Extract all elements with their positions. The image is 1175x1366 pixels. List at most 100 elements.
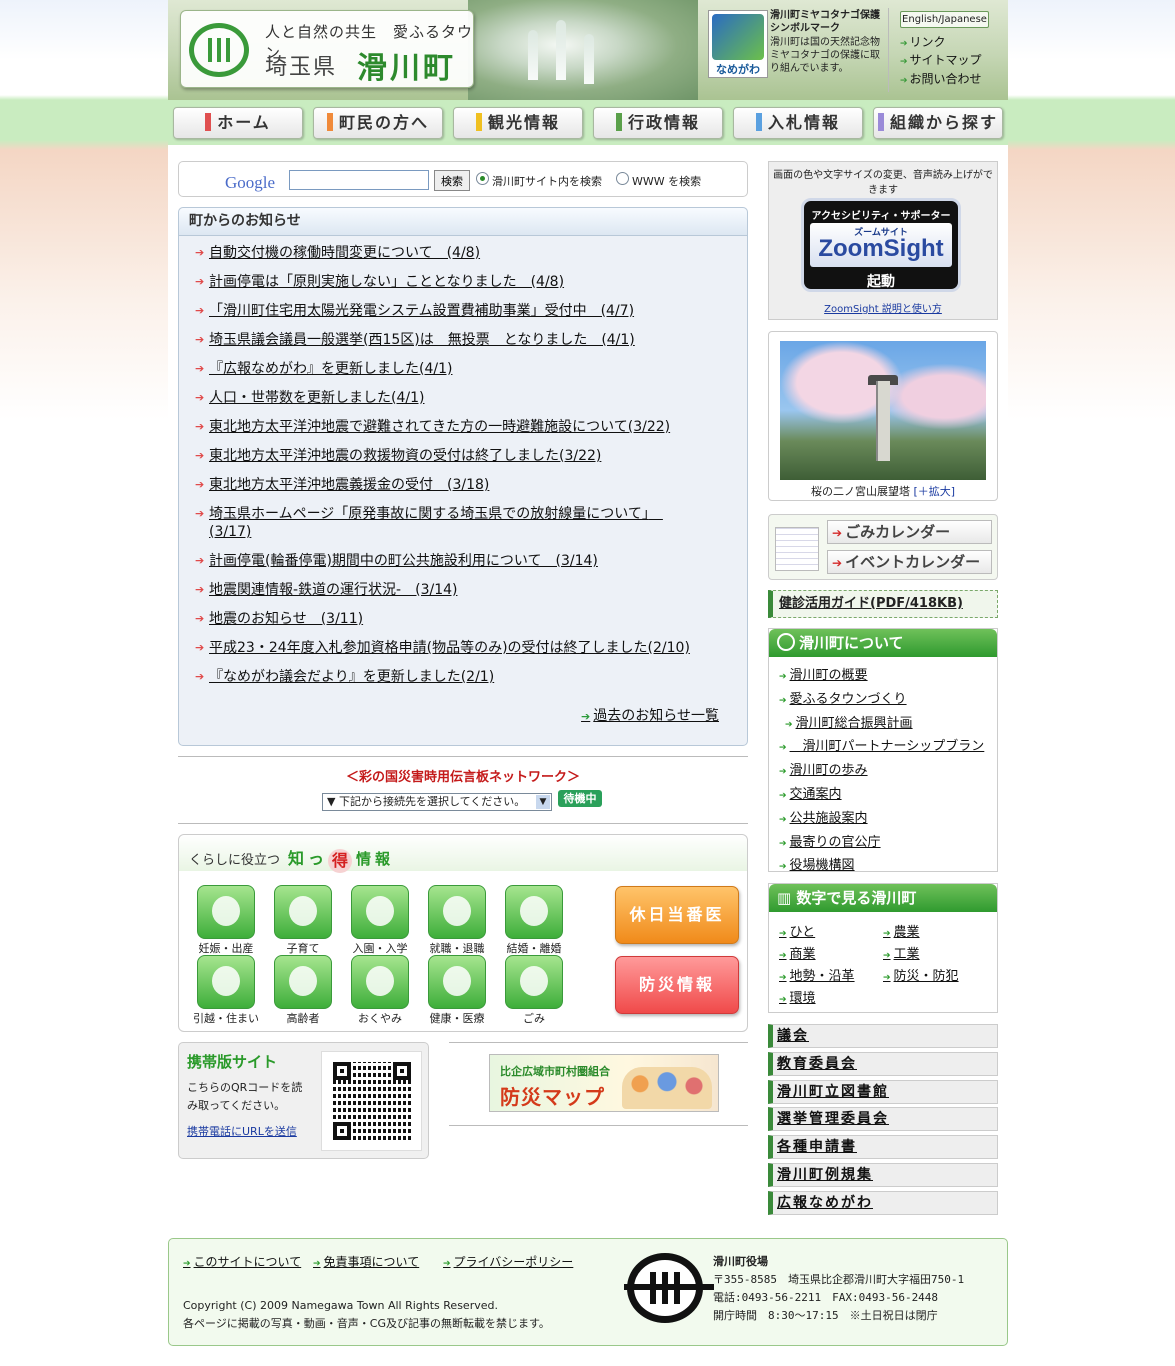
footer-link-disclaimer[interactable]: 免責事項について bbox=[313, 1253, 420, 1270]
nav-residents[interactable]: 町民の方へ bbox=[313, 107, 443, 139]
news-link[interactable]: 東北地方太平洋沖地震義援金の受付 (3/18) bbox=[209, 477, 489, 493]
list-item: 地震のお知らせ (3/11) bbox=[195, 610, 727, 628]
category-elderly[interactable]: 高齢者 bbox=[266, 955, 340, 1026]
category-housing[interactable]: 引越・住まい bbox=[189, 955, 263, 1026]
news-link[interactable]: 東北地方太平洋沖地震で避難されてきた方の一時避難施設について(3/22) bbox=[209, 419, 670, 435]
category-school[interactable]: 入園・入学 bbox=[343, 885, 417, 956]
list-item: 滑川町パートナーシップブラン bbox=[779, 736, 997, 760]
side-link-education[interactable]: 教育委員会 bbox=[768, 1052, 998, 1076]
news-link[interactable]: 東北地方太平洋沖地震の救援物資の受付は終了しました(3/22) bbox=[209, 448, 601, 464]
site-footer: このサイトについて 免責事項について プライバシーポリシー Copyright … bbox=[168, 1238, 1008, 1346]
about-link[interactable]: 公共施設案内 bbox=[790, 811, 868, 826]
stat-link[interactable]: 地勢・沿革 bbox=[779, 965, 855, 984]
news-link[interactable]: 平成23・24年度入札参加資格申請(物品等のみ)の受付は終了しました(2/10) bbox=[209, 640, 690, 656]
nav-bidding[interactable]: 入札情報 bbox=[733, 107, 863, 139]
google-logo: Google bbox=[225, 173, 276, 192]
side-link-library[interactable]: 滑川町立図書館 bbox=[768, 1080, 998, 1104]
baby-icon bbox=[197, 885, 255, 939]
about-link[interactable]: 最寄りの官公庁 bbox=[790, 835, 881, 850]
zoomsight-launch-button[interactable]: アクセシビリティ・サポーター ズームサイト ZoomSight 起動 bbox=[801, 198, 961, 292]
news-link[interactable]: 人口・世帯数を更新しました(4/1) bbox=[209, 390, 424, 406]
news-link[interactable]: 自動交付機の稼働時間変更について (4/8) bbox=[209, 245, 480, 261]
disaster-destination-select[interactable]: ▼ 下記から接続先を選択してください。 ▼ bbox=[322, 793, 552, 811]
radio-www-search[interactable] bbox=[616, 172, 629, 185]
about-link[interactable]: 滑川町総合振興計画 bbox=[796, 716, 913, 731]
news-link[interactable]: 『広報なめがわ』を更新しました(4/1) bbox=[209, 361, 452, 377]
disaster-map-banner[interactable]: 比企広域市町村圏組合 防災マップ bbox=[489, 1054, 719, 1112]
list-item: 埼玉県議会議員一般選挙(西15区)は 無投票 となりました (4/1) bbox=[195, 331, 727, 349]
nav-organization[interactable]: 組織から探す bbox=[873, 107, 1003, 139]
logo-prefecture: 埼玉県 bbox=[265, 55, 338, 80]
list-item: 計画停電は「原則実施しない」こととなりました (4/8) bbox=[195, 273, 727, 291]
header-fountain-photo bbox=[468, 0, 698, 100]
stat-link[interactable]: 防災・防犯 bbox=[883, 965, 959, 984]
nav-tourism[interactable]: 観光情報 bbox=[453, 107, 583, 139]
nav-home[interactable]: ホーム bbox=[173, 107, 303, 139]
footer-link-privacy[interactable]: プライバシーポリシー bbox=[443, 1253, 574, 1270]
news-link[interactable]: 「滑川町住宅用太陽光発電システム設置費補助事業」受付中 (4/7) bbox=[209, 303, 634, 319]
disaster-info-button[interactable]: 防災情報 bbox=[615, 956, 739, 1014]
select-value: ▼ 下記から接続先を選択してください。 bbox=[327, 795, 526, 808]
about-link[interactable]: 役場機構図 bbox=[790, 858, 855, 873]
send-url-link[interactable]: 携帯電話にURLを送信 bbox=[187, 1123, 297, 1139]
header-link-contact[interactable]: ➔ お問い合わせ bbox=[900, 70, 982, 87]
list-item: 計画停電(輪番停電)期間中の町公共施設利用について (3/14) bbox=[195, 552, 727, 570]
stat-link[interactable]: 工業 bbox=[883, 943, 920, 962]
category-garbage[interactable]: ごみ bbox=[497, 955, 571, 1026]
news-link[interactable]: 地震のお知らせ (3/11) bbox=[209, 611, 363, 627]
news-title: 町からのお知らせ bbox=[179, 208, 747, 236]
list-item: 交通案内 bbox=[779, 784, 997, 808]
nav-administration[interactable]: 行政情報 bbox=[593, 107, 723, 139]
about-link[interactable]: 交通案内 bbox=[790, 787, 842, 802]
header-link-links[interactable]: ➔ リンク bbox=[900, 33, 946, 50]
event-calendar-button[interactable]: イベントカレンダー bbox=[827, 550, 992, 574]
news-link[interactable]: 地震関連情報-鉄道の運行状況- (3/14) bbox=[209, 582, 457, 598]
category-health[interactable]: 健康・医療 bbox=[420, 955, 494, 1026]
past-news-link[interactable]: 過去のお知らせ一覧 bbox=[581, 705, 719, 725]
category-childcare[interactable]: 子育て bbox=[266, 885, 340, 956]
news-link[interactable]: 計画停電(輪番停電)期間中の町公共施設利用について (3/14) bbox=[209, 553, 598, 569]
enlarge-link[interactable]: [＋拡大] bbox=[913, 485, 955, 498]
news-link[interactable]: 『なめがわ議会だより』を更新しました(2/1) bbox=[209, 669, 494, 685]
cherry-blossom-tower-photo[interactable] bbox=[780, 341, 986, 480]
about-link[interactable]: 愛ふるタウンづくり bbox=[790, 692, 907, 707]
about-link[interactable]: 滑川町パートナーシップブラン bbox=[790, 739, 985, 754]
news-link[interactable]: 埼玉県議会議員一般選挙(西15区)は 無投票 となりました (4/1) bbox=[209, 332, 635, 348]
category-condolence[interactable]: おくやみ bbox=[343, 955, 417, 1026]
stat-link[interactable]: 商業 bbox=[779, 943, 816, 962]
symbol-mark[interactable]: なめがわ bbox=[708, 10, 768, 78]
side-link-regulations[interactable]: 滑川町例規集 bbox=[768, 1163, 998, 1187]
stat-link[interactable]: ひと bbox=[779, 921, 816, 940]
side-link-election[interactable]: 選挙管理委員会 bbox=[768, 1107, 998, 1131]
holiday-doctor-button[interactable]: 休日当番医 bbox=[615, 886, 739, 944]
about-link[interactable]: 滑川町の概要 bbox=[790, 668, 868, 683]
side-link-assembly[interactable]: 議会 bbox=[768, 1024, 998, 1048]
news-link[interactable]: 計画停電は「原則実施しない」こととなりました (4/8) bbox=[209, 274, 564, 290]
elderly-icon bbox=[274, 955, 332, 1009]
side-link-newsletter[interactable]: 広報なめがわ bbox=[768, 1191, 998, 1215]
radio-site-search[interactable] bbox=[476, 172, 489, 185]
global-nav: ホーム 町民の方へ 観光情報 行政情報 入札情報 組織から探す bbox=[168, 100, 1008, 145]
arrow-icon: ➔ bbox=[900, 39, 908, 49]
list-item: 自動交付機の稼働時間変更について (4/8) bbox=[195, 244, 727, 262]
category-employment[interactable]: 就職・退職 bbox=[420, 885, 494, 956]
side-link-forms[interactable]: 各種申請書 bbox=[768, 1135, 998, 1159]
header-link-sitemap[interactable]: ➔ サイトマップ bbox=[900, 51, 982, 68]
search-input[interactable] bbox=[289, 170, 429, 190]
about-link[interactable]: 滑川町の歩み bbox=[790, 763, 868, 778]
stat-link[interactable]: 環境 bbox=[779, 987, 816, 1006]
miyakotanago-icon bbox=[712, 14, 764, 60]
town-emblem-icon bbox=[189, 23, 249, 77]
site-logo[interactable]: 人と自然の共生 愛ふるタウン 埼玉県 滑川町 bbox=[180, 10, 474, 88]
footer-link-about[interactable]: このサイトについて bbox=[183, 1253, 302, 1270]
calendar-icon bbox=[775, 527, 819, 571]
stat-link[interactable]: 農業 bbox=[883, 921, 920, 940]
health-guide-link[interactable]: 健診活用ガイド(PDF/418KB) bbox=[768, 590, 998, 618]
news-link[interactable]: 埼玉県ホームページ「原発事故に関する埼玉県での放射線量について」 (3/17) bbox=[209, 506, 663, 540]
zoomsight-help-link[interactable]: ZoomSight 説明と使い方 bbox=[769, 300, 997, 315]
language-toggle-button[interactable]: English/Japanese bbox=[900, 11, 989, 28]
search-button[interactable]: 検索 bbox=[434, 170, 470, 191]
category-marriage[interactable]: 結婚・離婚 bbox=[497, 885, 571, 956]
category-pregnancy[interactable]: 妊娠・出産 bbox=[189, 885, 263, 956]
garbage-calendar-button[interactable]: ごみカレンダー bbox=[827, 520, 992, 544]
